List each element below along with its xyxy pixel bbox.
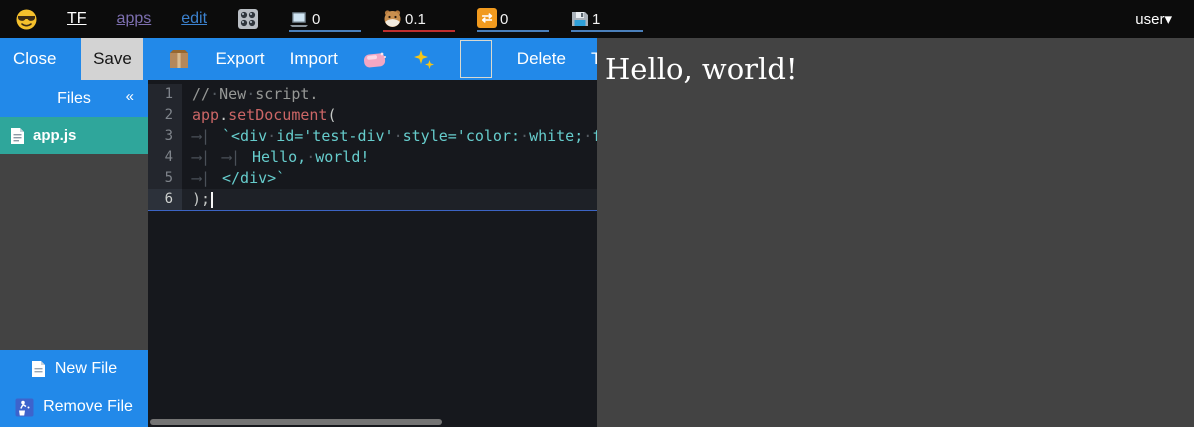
control-knobs-icon[interactable] (237, 8, 259, 30)
code-rows: 1//·New·script.2app.setDocument(3⟶|`<div… (148, 80, 597, 210)
brand-link[interactable]: TF (67, 10, 87, 28)
user-menu[interactable]: user▾ (1135, 10, 1172, 28)
code-line[interactable]: 6); (148, 189, 597, 210)
files-sidebar: Files « app.js New File (0, 80, 148, 427)
remove-file-button[interactable]: Remove File (0, 388, 148, 426)
tab-indicator: ⟶| (192, 147, 222, 168)
empty-slot-button[interactable] (460, 40, 492, 78)
code-line[interactable]: 1//·New·script. (148, 84, 597, 105)
files-header-label: Files (57, 90, 91, 108)
line-number: 6 (148, 189, 182, 210)
floppy-counter-value: 1 (592, 12, 600, 28)
code-line[interactable]: 2app.setDocument( (148, 105, 597, 126)
sparkles-icon[interactable] (412, 48, 435, 71)
preview-pane: Hello, world! (597, 38, 1194, 427)
code-line[interactable]: 5⟶|</div>` (148, 168, 597, 189)
hamster-counter[interactable]: 0.1 (383, 6, 455, 32)
line-number: 4 (148, 147, 182, 168)
laptop-counter-value: 0 (312, 12, 320, 28)
new-file-icon (31, 360, 46, 378)
line-number: 5 (148, 168, 182, 189)
exchange-counter-value: 0 (500, 12, 508, 28)
new-file-label: New File (55, 360, 117, 378)
floppy-icon (571, 10, 589, 28)
horizontal-scrollbar[interactable] (150, 419, 442, 425)
package-icon[interactable] (168, 48, 190, 70)
hamster-counter-value: 0.1 (405, 12, 426, 28)
close-button[interactable]: Close (13, 49, 56, 69)
laptop-icon (289, 11, 309, 28)
floppy-counter[interactable]: 1 (571, 6, 643, 32)
hamster-icon (383, 9, 402, 28)
line-number: 3 (148, 126, 182, 147)
sidebar-actions: New File Remove File (0, 350, 148, 427)
code-line[interactable]: 4⟶|⟶|Hello,·world! (148, 147, 597, 168)
import-button[interactable]: Import (290, 49, 338, 69)
editor-toolbar: Close Save Export Import Delete Trace (0, 38, 597, 80)
litter-bin-icon (15, 398, 34, 417)
file-item-appjs[interactable]: app.js (0, 117, 148, 154)
line-number: 2 (148, 105, 182, 126)
files-header: Files « (0, 80, 148, 117)
soap-icon[interactable] (363, 50, 387, 69)
apps-link[interactable]: apps (117, 10, 152, 28)
exchange-icon: ⇄ (477, 8, 497, 28)
remove-file-label: Remove File (43, 398, 133, 416)
tab-indicator: ⟶| (192, 126, 222, 147)
top-bar: TF apps edit 0 (0, 0, 1194, 38)
laptop-counter[interactable]: 0 (289, 6, 361, 32)
tab-indicator: ⟶| (222, 147, 252, 168)
line-number: 1 (148, 84, 182, 105)
text-cursor (211, 192, 213, 208)
sunglasses-emoji-icon (16, 9, 37, 30)
save-button[interactable]: Save (81, 38, 143, 80)
preview-text: Hello, world! (605, 52, 1186, 86)
edit-link[interactable]: edit (181, 10, 207, 28)
code-line[interactable]: 3⟶|`<div·id='test-div'·style='color:·whi… (148, 126, 597, 147)
file-item-label: app.js (33, 127, 76, 144)
exchange-counter[interactable]: ⇄ 0 (477, 6, 549, 32)
code-editor[interactable]: 1//·New·script.2app.setDocument(3⟶|`<div… (148, 80, 597, 427)
tab-indicator: ⟶| (192, 168, 222, 189)
export-button[interactable]: Export (215, 49, 264, 69)
document-icon (10, 127, 25, 145)
delete-button[interactable]: Delete (517, 49, 566, 69)
caret-down-icon: ▾ (1164, 11, 1172, 28)
collapse-sidebar-button[interactable]: « (126, 88, 134, 105)
new-file-button[interactable]: New File (0, 350, 148, 388)
